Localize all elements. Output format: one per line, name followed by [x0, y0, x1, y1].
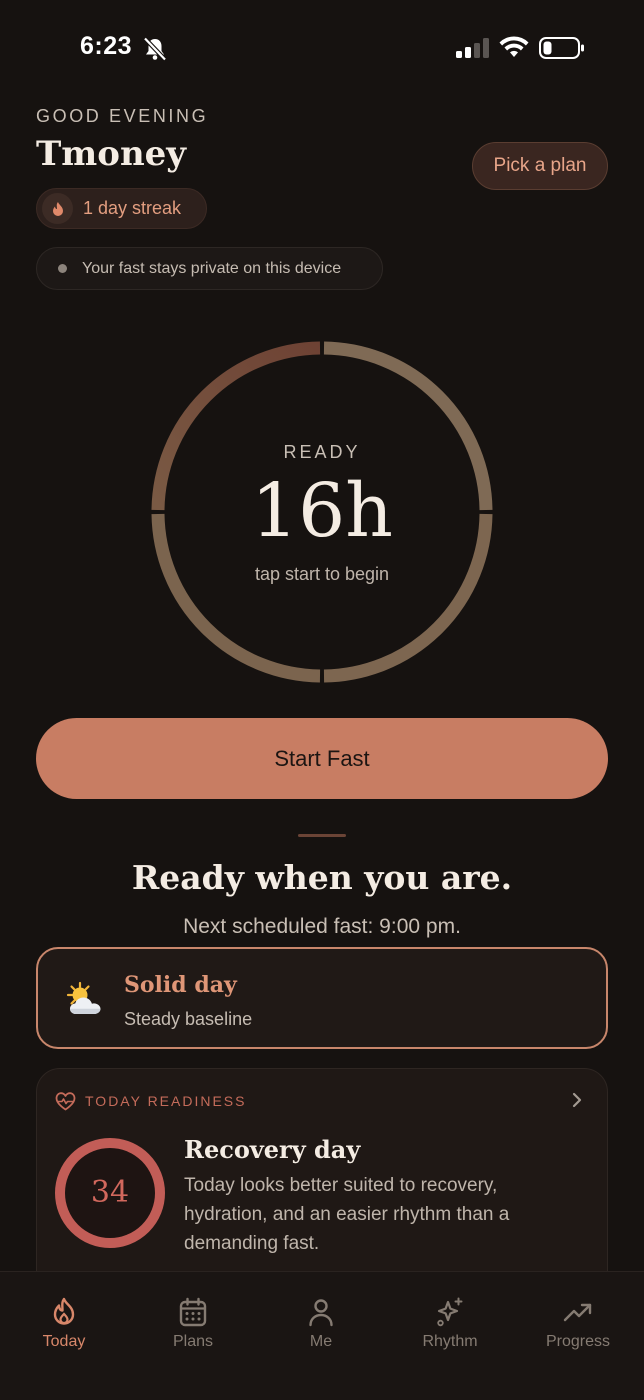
day-subtitle: Steady baseline	[124, 1009, 253, 1029]
tab-bar: Today Plans Me Rhythm Progress	[0, 1271, 644, 1400]
user-name: Tmoney	[36, 134, 187, 174]
recovery-title: Recovery day	[184, 1135, 361, 1164]
privacy-text: Your fast stays private on this device	[82, 259, 342, 277]
tab-label: Progress	[545, 1333, 611, 1350]
timer-status: READY	[283, 442, 361, 462]
tab-rhythm[interactable]: Rhythm	[386, 1272, 514, 1372]
signal-icon	[456, 38, 489, 58]
streak-label: 1 day streak	[83, 198, 182, 218]
recovery-description: Today looks better suited to recovery, h…	[184, 1175, 510, 1254]
pick-plan-button[interactable]: Pick a plan	[472, 142, 608, 190]
greeting: GOOD EVENING	[36, 106, 209, 126]
tab-today[interactable]: Today	[0, 1272, 128, 1372]
next-fast-text: Next scheduled fast: 9:00 pm.	[183, 915, 461, 938]
tab-progress[interactable]: Progress	[514, 1272, 642, 1372]
section-divider	[298, 834, 346, 837]
flame-icon	[53, 1297, 75, 1325]
timer-duration: 16h	[251, 468, 393, 554]
streak-badge[interactable]: 1 day streak	[36, 188, 207, 229]
status-time: 6:23	[80, 32, 133, 60]
day-summary-card[interactable]: Solid day Steady baseline	[36, 947, 608, 1049]
chevron-right-icon[interactable]	[571, 1091, 583, 1109]
tab-label: Me	[309, 1333, 333, 1350]
tab-label: Rhythm	[422, 1333, 478, 1350]
tab-label: Plans	[172, 1333, 214, 1350]
wifi-icon	[499, 36, 529, 57]
bell-slash-icon	[143, 36, 167, 62]
tab-plans[interactable]: Plans	[129, 1272, 257, 1372]
start-fast-button[interactable]: Start Fast	[36, 718, 608, 799]
battery-icon	[539, 37, 584, 59]
heart-pulse-icon	[55, 1092, 76, 1111]
sparkles-icon	[437, 1297, 463, 1327]
person-icon	[309, 1299, 333, 1327]
status-bar: 6:23	[0, 0, 644, 96]
day-title: Solid day	[124, 972, 237, 998]
tab-me[interactable]: Me	[257, 1272, 385, 1372]
timer-hint: tap start to begin	[254, 564, 390, 584]
privacy-notice: Your fast stays private on this device	[36, 247, 383, 290]
fast-timer-ring[interactable]: READY 16h tap start to begin	[150, 340, 494, 684]
readiness-label: TODAY READINESS	[85, 1093, 247, 1109]
ready-heading: Ready when you are.	[131, 858, 513, 897]
sun-behind-cloud-icon	[66, 981, 101, 1014]
calendar-icon	[179, 1297, 207, 1327]
flame-icon	[42, 193, 73, 224]
tab-label: Today	[42, 1333, 86, 1350]
readiness-score: 34	[90, 1175, 130, 1210]
status-dot	[58, 264, 67, 273]
trend-up-icon	[563, 1303, 592, 1322]
